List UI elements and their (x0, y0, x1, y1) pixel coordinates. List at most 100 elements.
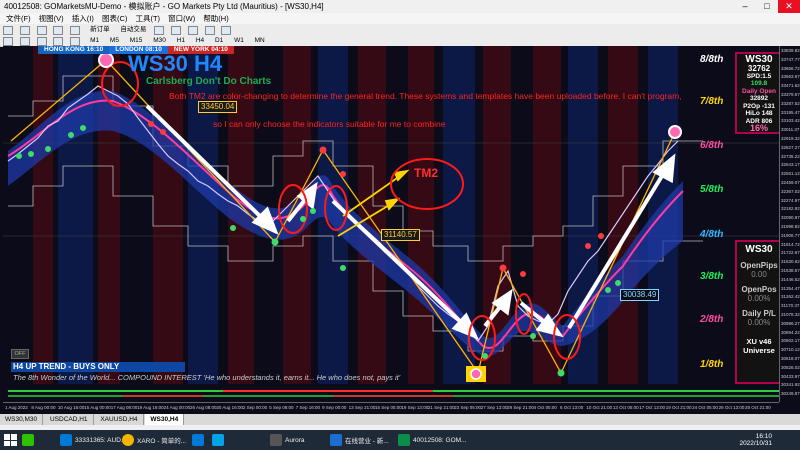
price-tick: 30433.97 (781, 373, 800, 379)
zoom-out-icon[interactable] (221, 26, 232, 35)
minimize-button[interactable]: – (734, 0, 756, 13)
menu-window[interactable]: 窗口(W) (168, 14, 195, 23)
panel-spread: SPD:1.5 (746, 72, 772, 80)
windows-start-icon[interactable] (4, 434, 17, 446)
tf-w1[interactable]: W1 (231, 35, 247, 46)
time-tick: 8 Aug 00:00 (31, 405, 56, 410)
open-pos-value: 0.00% (747, 294, 771, 303)
taskbar-app-trading[interactable]: 在线营业 - 新... (330, 433, 389, 447)
close-button[interactable]: ✕ (778, 0, 800, 13)
cursor-icon[interactable] (3, 37, 13, 46)
tf-h1[interactable]: H1 (174, 35, 188, 46)
tm2-label: TM2 (414, 166, 438, 180)
profiles-icon[interactable] (19, 26, 30, 35)
tf-h4[interactable]: H4 (193, 35, 207, 46)
tf-d1[interactable]: D1 (212, 35, 226, 46)
hilo-label: HiLo (745, 110, 760, 117)
wechat-icon (22, 434, 34, 446)
annotation-note-line2: so I can only choose the indicators suit… (213, 119, 446, 129)
taskbar-wechat[interactable] (22, 433, 37, 447)
tf-m1[interactable]: M1 (87, 35, 102, 46)
price-tick: 33103.42 (781, 118, 800, 124)
time-tick: 27 Sep 13:00 (480, 405, 508, 410)
horizontal-line-icon[interactable] (53, 37, 64, 46)
mt4-icon (60, 434, 72, 446)
menu-insert[interactable]: 插入(I) (72, 14, 94, 23)
bar-chart-icon[interactable] (154, 26, 165, 35)
candle-chart-icon[interactable] (171, 26, 181, 35)
taskbar-app-mt4-2[interactable]: 40012508: GOM... (398, 433, 466, 447)
taskbar-app-label: 40012508: GOM... (413, 436, 467, 444)
new-chart-icon[interactable] (3, 26, 13, 35)
quote-text: The 8th Wonder of the World... COMPOUND … (13, 373, 401, 382)
taskbar-app-mt4-1[interactable]: 33331365: AUD... (60, 433, 126, 447)
time-tick: 4 Oct 05:00 (533, 405, 557, 410)
taskbar-clock[interactable]: 16:10 2022/10/31 (739, 433, 772, 447)
tf-mn[interactable]: MN (252, 35, 268, 46)
open-pips-value: 0.00 (751, 270, 767, 279)
trading-icon (330, 434, 342, 446)
tf-m30[interactable]: M30 (150, 35, 169, 46)
price-tick: 31814.72 (781, 241, 800, 247)
octave-7-8: 7/8th (700, 96, 724, 107)
price-tick: 32459.07 (781, 180, 800, 185)
menu-chart[interactable]: 图表(C) (102, 14, 127, 23)
trendline-icon[interactable] (70, 37, 81, 46)
time-tick: 10 Oct 21:00 (586, 405, 613, 410)
menu-help[interactable]: 帮助(H) (203, 14, 228, 23)
price-axis[interactable]: 33839.82 33747.77 33656.72 33563.67 33471.62… (779, 46, 800, 402)
maximize-button[interactable]: □ (756, 0, 778, 13)
octave-6-8: 6/8th (700, 140, 724, 151)
price-tick: 31538.57 (781, 268, 800, 273)
price-tick: 33839.82 (781, 48, 800, 53)
price-tick: 32090.87 (781, 215, 800, 221)
taskbar-app-aurora[interactable]: Aurora (270, 433, 305, 447)
price-tick: 31446.52 (781, 276, 800, 282)
vertical-line-icon[interactable] (36, 37, 47, 46)
annotation-note-line1: Both TM2 are color-changing to determine… (169, 91, 682, 101)
market-watch-icon[interactable] (36, 26, 47, 35)
price-tick: 31078.32 (781, 312, 800, 317)
time-tick: 19 Oct 21:00 (665, 405, 692, 410)
tab-ws30-m30[interactable]: WS30,M30 (0, 414, 44, 425)
taskbar-app-mic[interactable] (192, 433, 207, 447)
tab-xauusd-h4[interactable]: XAUUSD,H4 (95, 414, 144, 425)
line-chart-icon[interactable] (187, 26, 198, 35)
chart-tabs: WS30,M30 USDCAD,H1 XAUUSD,H4 WS30,H4 (0, 414, 800, 425)
price-tick: 33471.62 (781, 83, 800, 89)
time-tick: 2 Sep 00:00 (242, 405, 268, 410)
auto-trading-button[interactable]: 自动交易 (117, 24, 149, 35)
window-title: 40012508: GOMarketsMU-Demo - 模拟账户 - GO M… (4, 2, 324, 11)
price-tick: 31722.67 (781, 250, 800, 256)
crosshair-icon[interactable] (19, 37, 30, 46)
time-tick: 30 Aug 16:00 (216, 405, 243, 410)
panel-change: 109.8 (750, 80, 768, 87)
time-tick: 5 Sep 08:00 (269, 405, 294, 410)
new-order-button[interactable]: 新订单 (87, 24, 113, 35)
menu-tools[interactable]: 工具(T) (135, 14, 160, 23)
chart-area[interactable]: HONG KONG 16:10 LONDON 08:10 NEW YORK 04… (3, 46, 779, 402)
octave-1-8: 1/8th (700, 359, 724, 370)
window-controls: – □ ✕ (734, 0, 800, 13)
terminal-icon[interactable] (70, 26, 81, 35)
trend-banner: H4 UP TREND - BUYS ONLY (11, 362, 185, 372)
menu-view[interactable]: 视图(V) (39, 14, 64, 23)
tab-ws30-h4[interactable]: WS30,H4 (145, 414, 185, 425)
windows-taskbar: 33331365: AUD... XARO - 简单的... Aurora 在线… (0, 430, 800, 450)
time-tick: 10 Aug 16:00 (57, 405, 85, 410)
taskbar-app-chrome[interactable]: XARO - 简单的... (122, 433, 186, 447)
daily-pl-value: 0.00% (747, 318, 771, 327)
tf-m15[interactable]: M15 (127, 35, 146, 46)
price-tick: 31170.37 (781, 303, 800, 309)
menu-file[interactable]: 文件(F) (6, 14, 31, 23)
indicator-off-button[interactable]: OFF (11, 349, 29, 359)
price-tick: 30249.87 (781, 391, 800, 397)
price-tick: 33287.52 (781, 100, 800, 106)
price-tick: 30618.07 (781, 356, 800, 361)
tf-m5[interactable]: M5 (107, 35, 122, 46)
zoom-in-icon[interactable] (204, 26, 215, 35)
price-tick: 33747.77 (781, 56, 800, 62)
taskbar-app-chart[interactable] (212, 433, 227, 447)
navigator-icon[interactable] (53, 26, 64, 35)
tab-usdcad-h1[interactable]: USDCAD,H1 (45, 414, 94, 425)
